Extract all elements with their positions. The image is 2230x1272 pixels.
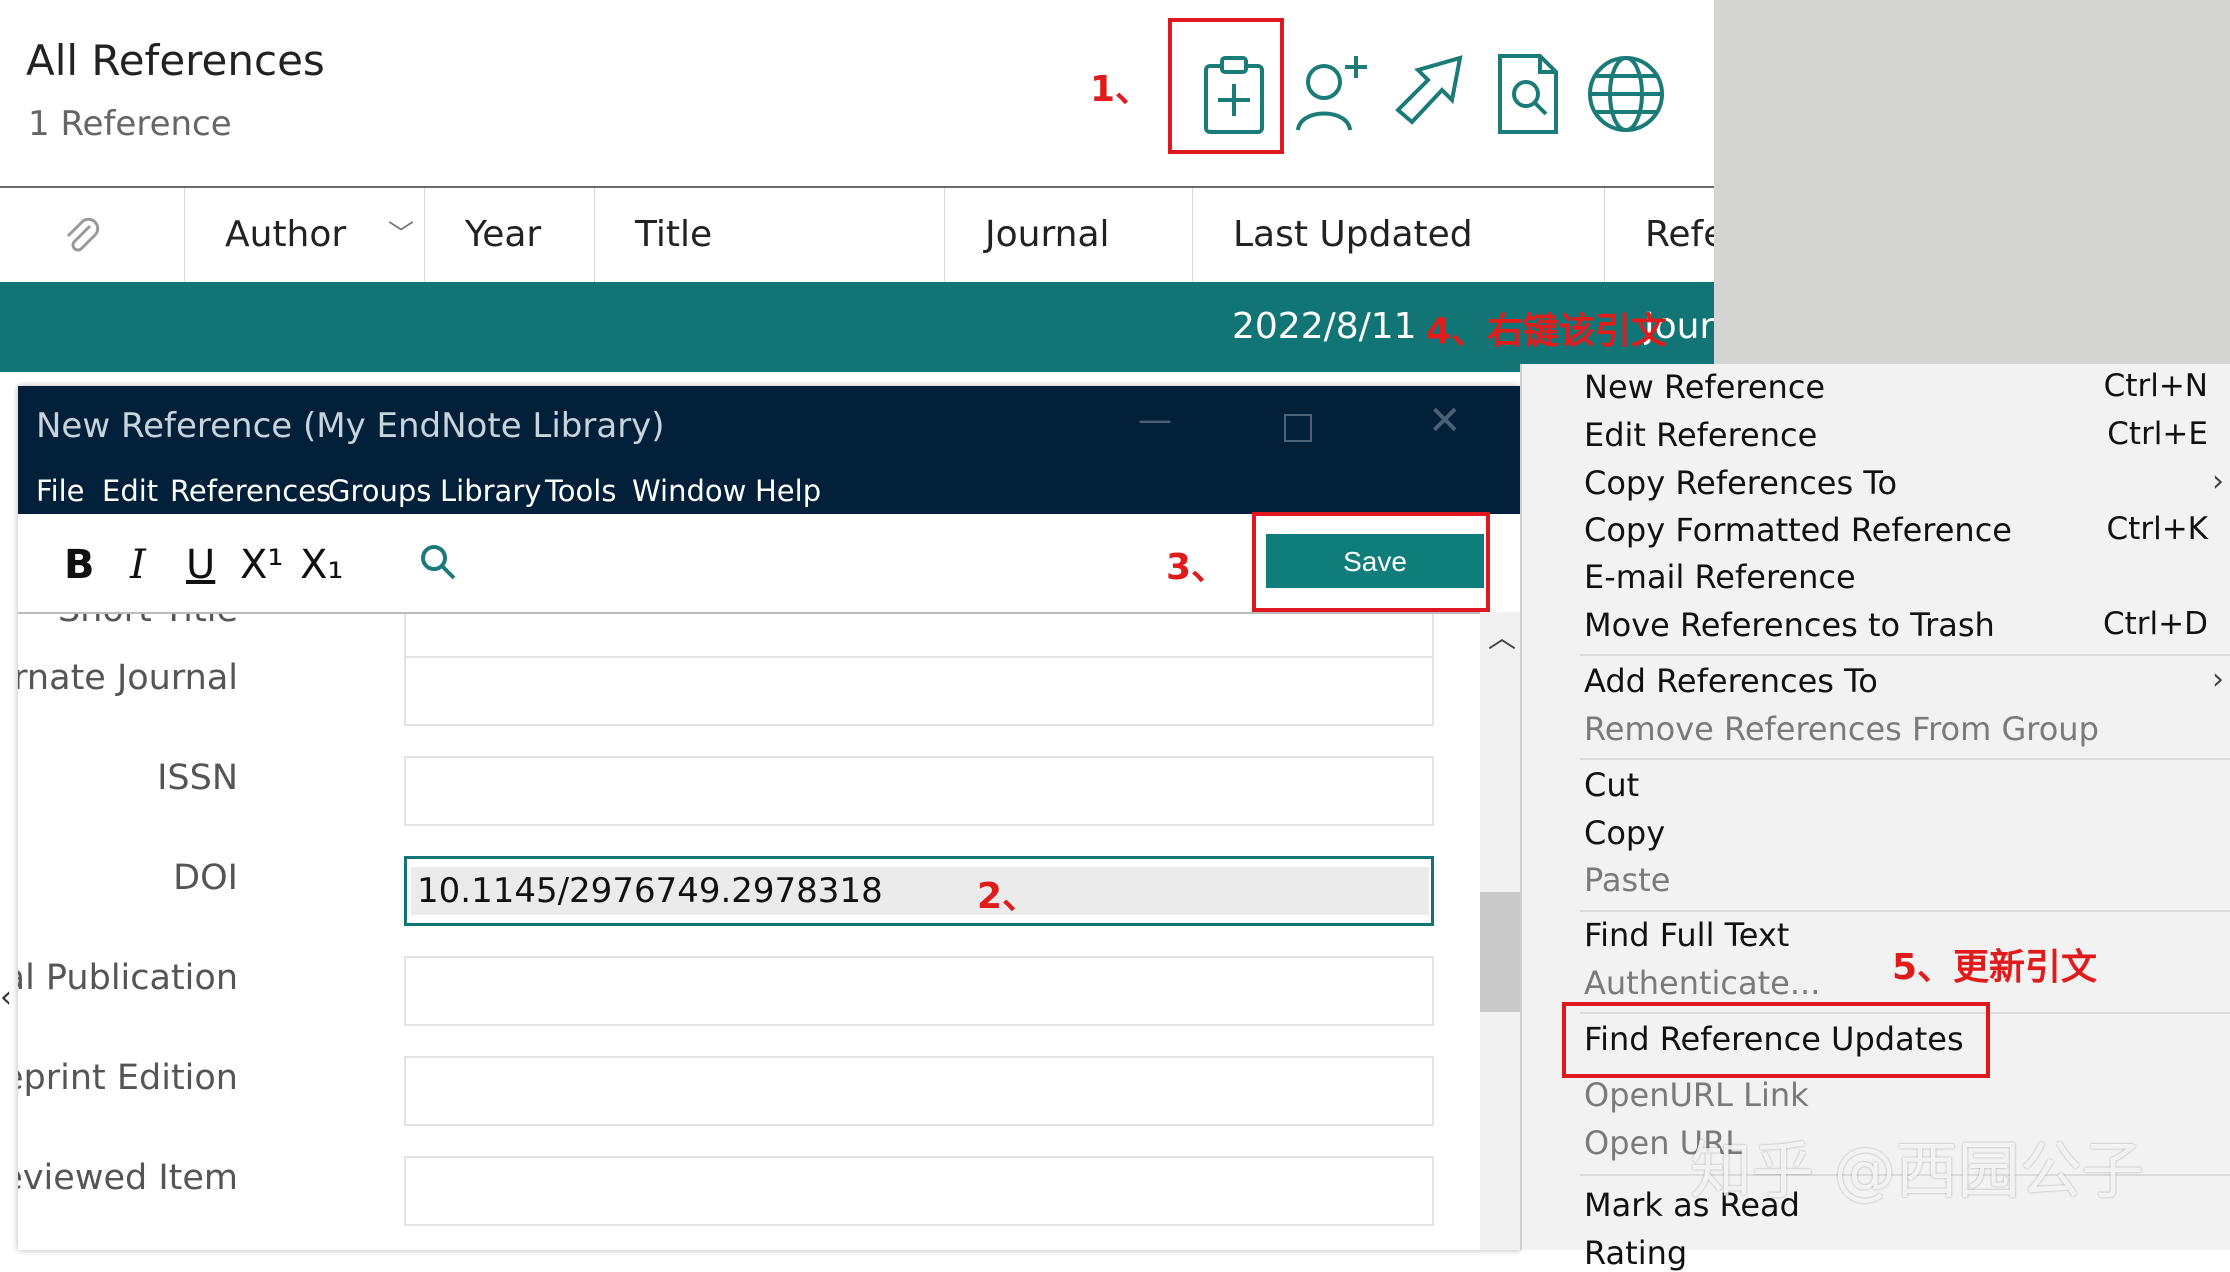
menu-copy-formatted-reference[interactable]: Copy Formatted Reference <box>1584 511 2012 549</box>
menu-separator <box>1580 758 2230 760</box>
column-year[interactable]: Year <box>424 188 594 282</box>
menu-move-to-trash[interactable]: Move References to Trash <box>1584 606 1995 644</box>
menu-cut[interactable]: Cut <box>1584 766 1639 804</box>
reviewed-item-field[interactable] <box>404 1156 1434 1226</box>
column-header: Author ﹀ Year Title Journal Last Updated… <box>0 186 1714 284</box>
shortcut-new-reference: Ctrl+N <box>2103 368 2208 404</box>
window-title: New Reference (My EndNote Library) <box>36 406 665 446</box>
field-label-reprint-edition: Reprint Edition <box>18 1058 238 1098</box>
highlight-new-reference <box>1168 18 1284 154</box>
highlight-find-updates <box>1562 1002 1990 1078</box>
menu-references[interactable]: References <box>170 474 331 508</box>
column-journal[interactable]: Journal <box>944 188 1192 282</box>
field-label-alternate-journal: Alternate Journal <box>18 658 238 698</box>
doi-field-value: 10.1145/2976749.2978318 <box>417 871 883 911</box>
highlight-save <box>1252 512 1490 612</box>
context-menu: New Reference Ctrl+N Edit Reference Ctrl… <box>1520 364 2230 1272</box>
field-label-original-publication: Original Publication <box>18 958 238 998</box>
shortcut-edit-reference: Ctrl+E <box>2107 416 2208 452</box>
annotation-step-1: 1、 <box>1090 69 1152 110</box>
menu-new-reference[interactable]: New Reference <box>1584 368 1825 406</box>
chevron-left-icon[interactable]: ‹ <box>0 980 12 1015</box>
original-publication-field[interactable] <box>404 956 1434 1026</box>
menu-file[interactable]: File <box>36 474 85 508</box>
subscript-button[interactable]: X₁ <box>300 542 343 588</box>
close-icon[interactable]: ✕ <box>1428 398 1462 444</box>
menu-tools[interactable]: Tools <box>545 474 616 508</box>
column-title[interactable]: Title <box>594 188 944 282</box>
menu-openurl-link: OpenURL Link <box>1584 1076 1809 1114</box>
menu-window[interactable]: Window <box>632 474 746 508</box>
menu-separator <box>1580 654 2230 656</box>
field-label-doi: DOI <box>173 858 238 898</box>
globe-icon[interactable] <box>1584 52 1668 136</box>
column-last-updated[interactable]: Last Updated <box>1192 188 1604 282</box>
bold-button[interactable]: B <box>64 542 95 588</box>
attachment-icon[interactable] <box>60 214 102 260</box>
menu-copy[interactable]: Copy <box>1584 814 1665 852</box>
menu-separator <box>1580 910 2230 912</box>
menu-paste: Paste <box>1584 861 1671 899</box>
superscript-button[interactable]: X¹ <box>240 542 283 588</box>
annotation-step-3: 3、 <box>1166 547 1228 588</box>
shortcut-copy-formatted: Ctrl+K <box>2106 511 2208 547</box>
chevron-down-icon[interactable]: ﹀ <box>388 188 414 282</box>
column-author-label: Author <box>225 214 347 255</box>
table-row[interactable]: 2022/8/11 Jour 4、右键该引文 <box>0 282 1714 372</box>
alternate-journal-field[interactable] <box>404 656 1434 726</box>
search-document-icon[interactable] <box>1486 52 1570 136</box>
underline-button[interactable]: U <box>186 542 215 588</box>
short-title-field[interactable] <box>404 614 1434 662</box>
scrollbar-thumb[interactable] <box>1480 892 1520 1012</box>
menu-email-reference[interactable]: E-mail Reference <box>1584 558 1856 596</box>
maximize-icon[interactable] <box>1284 414 1312 442</box>
menu-groups[interactable]: Groups <box>328 474 431 508</box>
column-reference-type[interactable]: Refe <box>1604 188 1714 282</box>
menu-bar: File Edit References Groups Library Tool… <box>18 466 1520 514</box>
menu-copy-references-to[interactable]: Copy References To <box>1584 464 1897 502</box>
library-panel: All References 1 Reference 1、 Author ﹀ Y… <box>0 0 1714 372</box>
menu-remove-from-group: Remove References From Group <box>1584 710 2099 748</box>
field-label-reviewed-item: Reviewed Item <box>18 1158 238 1198</box>
new-reference-window: New Reference (My EndNote Library) — ✕ F… <box>18 386 1520 1250</box>
chevron-right-icon: › <box>2212 662 2224 697</box>
annotation-step-5: 5、更新引文 <box>1892 947 2098 988</box>
scrollbar[interactable]: ︿ <box>1480 612 1520 1250</box>
watermark: 知乎 @西园公子 <box>1690 1134 2144 1207</box>
issn-field[interactable] <box>404 756 1434 826</box>
fields-panel: Short Title Alternate Journal ISSN DOI 1… <box>18 614 1480 1250</box>
menu-edit-reference[interactable]: Edit Reference <box>1584 416 1817 454</box>
menu-library[interactable]: Library <box>440 474 541 508</box>
library-title: All References <box>26 36 325 85</box>
add-user-icon[interactable] <box>1290 52 1374 136</box>
doi-field[interactable]: 10.1145/2976749.2978318 2、 <box>404 856 1434 926</box>
annotation-step-4: 4、右键该引文 <box>1426 311 1668 352</box>
chevron-right-icon: › <box>2212 464 2224 499</box>
window-titlebar[interactable]: New Reference (My EndNote Library) — ✕ <box>18 386 1520 466</box>
minimize-icon[interactable]: — <box>1138 400 1172 440</box>
reprint-edition-field[interactable] <box>404 1056 1434 1126</box>
share-arrow-icon[interactable] <box>1388 52 1472 136</box>
menu-edit[interactable]: Edit <box>102 474 158 508</box>
search-icon[interactable] <box>418 542 458 586</box>
menu-find-full-text[interactable]: Find Full Text <box>1584 916 1789 954</box>
column-author[interactable]: Author ﹀ <box>184 188 424 282</box>
menu-rating[interactable]: Rating <box>1584 1234 1687 1272</box>
italic-button[interactable]: I <box>130 542 146 588</box>
field-label-short-title: Short Title <box>58 614 238 630</box>
menu-help[interactable]: Help <box>755 474 821 508</box>
shortcut-move-to-trash: Ctrl+D <box>2102 606 2208 642</box>
menu-add-references-to[interactable]: Add References To <box>1584 662 1878 700</box>
annotation-step-2: 2、 <box>977 876 1039 917</box>
field-label-issn: ISSN <box>157 758 238 798</box>
menu-authenticate: Authenticate... <box>1584 964 1821 1002</box>
row-last-updated: 2022/8/11 <box>1232 306 1417 347</box>
scroll-up-icon[interactable]: ︿ <box>1488 616 1516 656</box>
reference-count: 1 Reference <box>28 104 232 144</box>
